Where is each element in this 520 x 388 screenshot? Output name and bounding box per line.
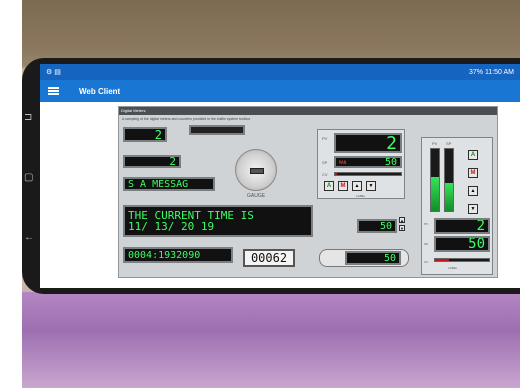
panel-subtitle: A sampling of the digital meters and cou… <box>122 117 251 121</box>
controller-faceplate: PV 2 SP MAN 50 CV A M ▲ ▼ LABEL <box>317 129 405 199</box>
pv-vertical-bar <box>430 148 440 212</box>
cv2-fill <box>435 259 449 261</box>
left-wall <box>0 0 22 388</box>
stepper-up-button[interactable]: ▲ <box>399 217 405 223</box>
status-bar: ⚙ ▤ 37% 11:50 AM <box>40 64 520 80</box>
manual-button[interactable]: M <box>338 181 348 191</box>
vertical-faceplate-label: LABEL <box>448 266 458 270</box>
cv2-bar <box>434 258 490 262</box>
odometer: 00062 <box>243 249 295 267</box>
slider-lcd: 50 <box>345 251 401 265</box>
digital-meters-panel: Digital Meters A sampling of the digital… <box>118 106 498 278</box>
gauge-needle <box>250 168 264 174</box>
time-text: 11:50 AM <box>484 68 514 76</box>
phone-screen: ⚙ ▤ 37% 11:50 AM Web Client Digital Mete… <box>40 64 520 288</box>
stepper-lcd: 50 <box>357 219 397 233</box>
message-lcd: S A MESSAG <box>123 177 215 191</box>
pv-lcd: 2 <box>334 133 402 153</box>
app-bar: Web Client <box>40 80 520 102</box>
pv2-label: PV <box>424 222 429 226</box>
cv-label: CV <box>322 172 328 177</box>
phone-nav-keys: ⊐ ▢ ← <box>24 112 38 262</box>
time-lcd: THE CURRENT TIME IS 11/ 13/ 20 19 <box>123 205 313 237</box>
gauge-label: GAUGE <box>247 193 266 199</box>
vertical-auto-button[interactable]: A <box>468 150 478 160</box>
tabletop <box>22 292 520 388</box>
sp-value: 50 <box>384 156 397 168</box>
sp2-lcd: 50 <box>434 236 490 252</box>
pv-label: PV <box>322 136 328 141</box>
app-title: Web Client <box>79 86 121 96</box>
gauge-dial <box>235 149 277 191</box>
pv2-lcd: 2 <box>434 218 490 234</box>
cv-fill <box>335 173 337 175</box>
cv-bar <box>334 172 402 176</box>
auto-button[interactable]: A <box>324 181 334 191</box>
vertical-up-button[interactable]: ▲ <box>468 186 478 196</box>
meter-lcd-2: 2 <box>123 155 181 168</box>
horizontal-bar-meter <box>189 125 245 135</box>
faceplate-label: LABEL <box>356 194 366 198</box>
menu-icon[interactable] <box>48 87 59 95</box>
increase-button[interactable]: ▲ <box>352 181 362 191</box>
sp-vertical-bar <box>444 148 454 212</box>
status-right: 37% 11:50 AM <box>469 69 514 76</box>
big-counter-lcd: 0004:1932090 <box>123 247 233 263</box>
back-icon[interactable]: ← <box>24 232 34 243</box>
vsp-label: SP <box>446 141 452 146</box>
sp-vertical-fill <box>445 183 453 211</box>
man-badge: MAN <box>339 159 347 165</box>
sp-lcd: MAN 50 <box>334 156 402 168</box>
sp-label: SP <box>322 160 328 165</box>
vpv-label: PV <box>432 141 438 146</box>
vertical-down-button[interactable]: ▼ <box>468 204 478 214</box>
decrease-button[interactable]: ▼ <box>366 181 376 191</box>
recent-apps-icon[interactable]: ⊐ <box>24 112 32 123</box>
vertical-manual-button[interactable]: M <box>468 168 478 178</box>
panel-title: Digital Meters <box>119 107 497 115</box>
photo-background: ⊐ ▢ ← ⚙ ▤ 37% 11:50 AM Web Client Digita… <box>0 0 520 388</box>
battery-text: 37% <box>468 68 483 76</box>
vertical-faceplate: PV SP A M ▲ ▼ PV 2 SP 50 CV LABEL <box>421 137 493 275</box>
meter-lcd-1: 2 <box>123 127 167 142</box>
cv2-label: CV <box>424 260 429 264</box>
sp2-label: SP <box>424 242 429 246</box>
pv-vertical-fill <box>431 176 439 211</box>
notification-icons: ⚙ ▤ <box>46 69 61 76</box>
home-icon[interactable]: ▢ <box>24 172 33 183</box>
stepper-down-button[interactable]: ▼ <box>399 225 405 231</box>
time-line-2: 11/ 13/ 20 19 <box>128 220 215 233</box>
